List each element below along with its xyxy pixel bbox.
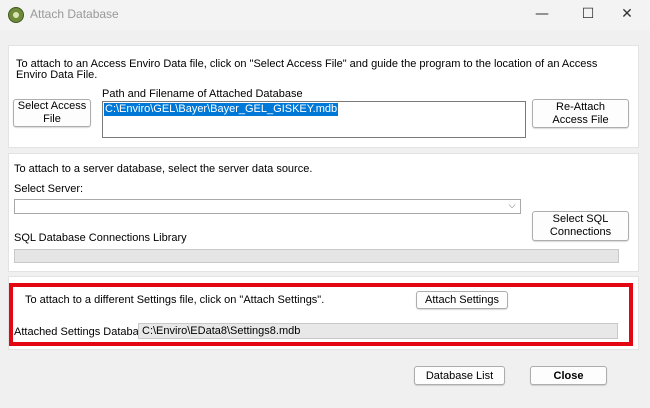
window-title: Attach Database xyxy=(30,7,119,21)
access-file-panel: To attach to an Access Enviro Data file,… xyxy=(8,45,639,148)
sql-connections-label-1: Select SQL xyxy=(552,213,609,225)
select-access-file-label-1: Select Access xyxy=(17,100,87,112)
chevron-down-icon[interactable]: ⌵ xyxy=(505,200,519,213)
settings-highlight-box xyxy=(9,283,633,346)
sql-connections-label-2: Connections xyxy=(549,226,612,238)
app-icon xyxy=(8,7,24,23)
access-instruction-line1: To attach to an Access Enviro Data file,… xyxy=(16,58,598,70)
server-panel: To attach to a server database, select t… xyxy=(8,153,639,272)
server-dropdown[interactable]: ⌵ xyxy=(14,199,521,214)
access-instruction-line2: Enviro Data File. xyxy=(16,69,98,81)
server-instruction: To attach to a server database, select t… xyxy=(14,163,313,175)
close-window-button[interactable]: ✕ xyxy=(604,0,650,30)
sql-library-label: SQL Database Connections Library xyxy=(14,232,187,244)
reattach-access-file-button[interactable]: Re-Attach Access File xyxy=(532,99,629,128)
database-list-button[interactable]: Database List xyxy=(414,366,505,385)
reattach-label-1: Re-Attach xyxy=(556,100,605,113)
select-server-label: Select Server: xyxy=(14,183,84,195)
select-access-file-label-2: File xyxy=(43,113,61,125)
select-sql-connections-button[interactable]: Select SQL Connections xyxy=(532,211,629,241)
select-access-file-button[interactable]: Select Access File xyxy=(13,99,91,127)
attached-path-value: C:\Enviro\GEL\Bayer\Bayer_GEL_GISKEY.mdb xyxy=(104,103,339,116)
close-button[interactable]: Close xyxy=(530,366,607,385)
minimize-button[interactable]: — xyxy=(519,0,565,30)
title-bar: Attach Database — ☐ ✕ xyxy=(0,0,650,30)
attached-path-field[interactable]: C:\Enviro\GEL\Bayer\Bayer_GEL_GISKEY.mdb xyxy=(102,101,526,138)
sql-library-field xyxy=(14,249,619,263)
reattach-label-2: Access File xyxy=(552,113,609,126)
path-label: Path and Filename of Attached Database xyxy=(102,88,303,100)
